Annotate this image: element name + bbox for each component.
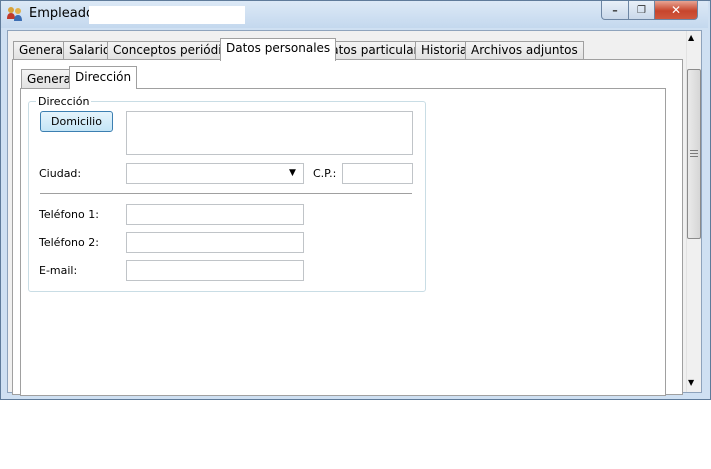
cp-label: C.P.:: [313, 167, 337, 180]
scroll-down-icon[interactable]: ▼: [688, 378, 694, 387]
email-input[interactable]: [126, 260, 304, 281]
chevron-down-icon[interactable]: ▼: [289, 168, 296, 178]
tab-archivos-adjuntos[interactable]: Archivos adjuntos: [465, 41, 584, 59]
divider: [40, 193, 412, 194]
ciudad-select[interactable]: [126, 163, 304, 184]
maximize-button[interactable]: ❐: [628, 1, 655, 20]
telefono2-input[interactable]: [126, 232, 304, 253]
group-title: Dirección: [36, 95, 92, 108]
domicilio-button-label: Domicilio: [51, 115, 102, 128]
ciudad-label: Ciudad:: [39, 167, 82, 180]
people-icon: [6, 5, 24, 23]
close-button[interactable]: ✕: [654, 1, 698, 20]
minimize-icon: –: [612, 3, 618, 17]
telefono1-label: Teléfono 1:: [39, 208, 99, 221]
minimize-button[interactable]: –: [601, 1, 629, 20]
grip-icon: [690, 150, 698, 157]
cp-input[interactable]: [342, 163, 413, 184]
domicilio-textarea[interactable]: [126, 111, 413, 155]
close-icon: ✕: [670, 3, 682, 17]
tab-datos-personales[interactable]: Datos personales: [220, 38, 337, 61]
telefono1-input[interactable]: [126, 204, 304, 225]
subtab-direccion[interactable]: Dirección: [69, 66, 138, 89]
telefono2-label: Teléfono 2:: [39, 236, 99, 249]
email-label: E-mail:: [39, 264, 78, 277]
domicilio-button[interactable]: Domicilio: [40, 111, 113, 132]
scroll-up-icon[interactable]: ▲: [688, 33, 694, 42]
title-redaction: [89, 6, 245, 24]
maximize-icon: ❐: [637, 4, 646, 16]
